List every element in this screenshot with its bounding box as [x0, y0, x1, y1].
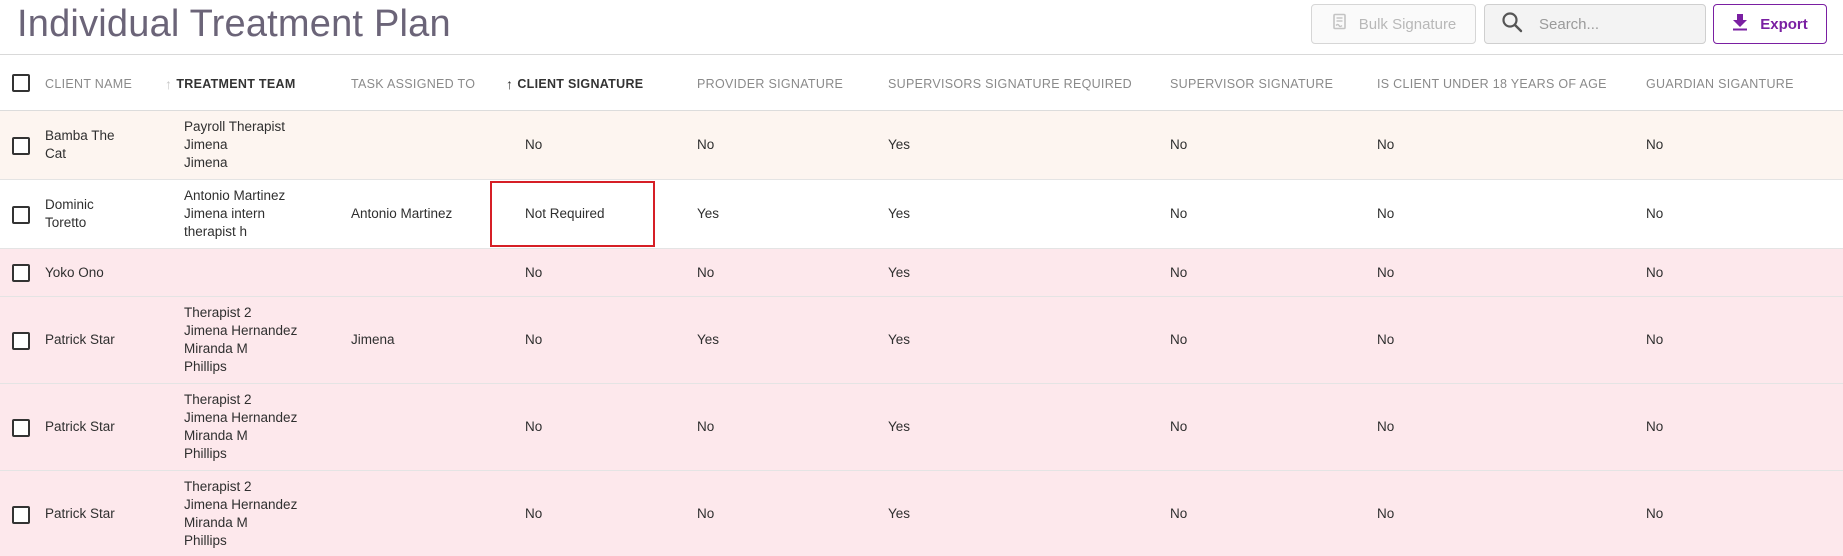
provider-signature-cell: No — [697, 137, 715, 152]
supervisors-signature-required-cell: Yes — [888, 264, 911, 280]
client-name-cell: Bamba The Cat — [45, 128, 115, 161]
treatment-team-cell — [184, 249, 324, 296]
supervisor-signature-cell: No — [1170, 206, 1188, 221]
table-row[interactable]: Yoko Ono No No Yes No No No — [0, 249, 1843, 297]
under-18-cell: No — [1377, 264, 1395, 280]
supervisors-signature-required-cell: Yes — [888, 419, 911, 434]
table-row[interactable]: Patrick Star Therapist 2 Jimena Hernandez M… — [0, 297, 1843, 384]
search-icon — [1501, 11, 1523, 38]
column-header-guardian-signature[interactable]: GUARDIAN SIGANTURE — [1646, 56, 1794, 111]
search-input[interactable] — [1539, 15, 1689, 33]
client-signature-cell: No — [525, 137, 543, 152]
supervisor-signature-cell: No — [1170, 137, 1188, 152]
guardian-signature-cell: No — [1646, 506, 1664, 521]
client-name-cell: Dominic Toretto — [45, 197, 94, 230]
guardian-signature-cell: No — [1646, 332, 1664, 347]
bulk-signature-label: Bulk Signature — [1358, 15, 1457, 33]
guardian-signature-cell: No — [1646, 419, 1664, 434]
client-name-cell: Patrick Star — [45, 506, 115, 521]
download-icon — [1732, 13, 1748, 35]
treatment-team-cell: Therapist 2 Jimena Hernandez Miranda M Phil… — [184, 392, 298, 461]
under-18-cell: No — [1377, 332, 1395, 347]
provider-signature-cell: No — [697, 506, 715, 521]
provider-signature-cell: Yes — [697, 206, 720, 221]
supervisors-signature-required-cell: Yes — [888, 206, 911, 221]
client-signature-cell: No — [525, 506, 543, 521]
row-checkbox[interactable] — [12, 264, 30, 282]
column-header-task-assigned-to[interactable]: TASK ASSIGNED TO — [351, 56, 475, 111]
export-label: Export — [1760, 15, 1808, 33]
task-assigned-cell — [351, 249, 481, 296]
guardian-signature-cell: No — [1646, 206, 1664, 221]
treatment-team-cell: Antonio Martinez Jimena intern therapist h — [184, 188, 286, 239]
signature-document-icon — [1331, 13, 1349, 35]
table-row[interactable]: Patrick Star Therapist 2 Jimena Hernandez M… — [0, 471, 1843, 556]
table-header: CLIENT NAME ↑ TREATMENT TEAM TASK ASSIGNE… — [0, 56, 1843, 111]
column-header-supervisor-signature[interactable]: SUPERVISOR SIGNATURE — [1170, 56, 1333, 111]
task-assigned-cell: Jimena — [351, 332, 395, 347]
treatment-team-cell: Therapist 2 Jimena Hernandez Miranda M Phil… — [184, 305, 298, 374]
column-header-treatment-team[interactable]: ↑ TREATMENT TEAM — [165, 56, 296, 111]
sort-arrow-icon: ↑ — [506, 75, 514, 92]
column-header-client-name[interactable]: CLIENT NAME — [45, 56, 132, 111]
client-name-cell: Patrick Star — [45, 332, 115, 347]
column-header-client-signature[interactable]: ↑ CLIENT SIGNATURE — [506, 56, 643, 111]
client-signature-cell: No — [525, 264, 543, 280]
supervisors-signature-required-cell: Yes — [888, 332, 911, 347]
provider-signature-cell: No — [697, 264, 715, 280]
row-checkbox[interactable] — [12, 136, 30, 155]
row-checkbox[interactable] — [12, 205, 30, 224]
task-assigned-cell: Antonio Martinez — [351, 206, 453, 221]
row-checkbox[interactable] — [12, 505, 30, 524]
column-header-provider-signature[interactable]: PROVIDER SIGNATURE — [697, 56, 843, 111]
sort-arrow-icon: ↑ — [165, 75, 173, 92]
bulk-signature-button[interactable]: Bulk Signature — [1311, 4, 1476, 44]
task-assigned-cell — [351, 111, 481, 179]
table-row[interactable]: Bamba The Cat Payroll Therapist Jimena Jimen… — [0, 111, 1843, 180]
under-18-cell: No — [1377, 419, 1395, 434]
table-body: Bamba The Cat Payroll Therapist Jimena Jimen… — [0, 111, 1843, 556]
task-assigned-cell — [351, 471, 481, 556]
select-all-checkbox[interactable] — [12, 74, 30, 92]
under-18-cell: No — [1377, 506, 1395, 521]
treatment-team-cell: Payroll Therapist Jimena Jimena — [184, 119, 286, 170]
supervisors-signature-required-cell: Yes — [888, 137, 911, 152]
supervisor-signature-cell: No — [1170, 264, 1188, 280]
client-signature-cell: No — [525, 332, 543, 347]
supervisor-signature-cell: No — [1170, 332, 1188, 347]
column-header-supervisors-signature-required[interactable]: SUPERVISORS SIGNATURE REQUIRED — [888, 56, 1132, 111]
column-header-under-18[interactable]: IS CLIENT UNDER 18 YEARS OF AGE — [1377, 56, 1607, 111]
client-signature-cell: No — [525, 419, 543, 434]
page-title: Individual Treatment Plan — [17, 3, 451, 45]
treatment-team-cell: Therapist 2 Jimena Hernandez Miranda M Phil… — [184, 479, 298, 548]
task-assigned-cell — [351, 384, 481, 470]
search-box[interactable] — [1484, 4, 1706, 44]
provider-signature-cell: No — [697, 419, 715, 434]
export-button[interactable]: Export — [1713, 4, 1827, 44]
under-18-cell: No — [1377, 206, 1395, 221]
guardian-signature-cell: No — [1646, 137, 1664, 152]
table-row[interactable]: Patrick Star Therapist 2 Jimena Hernandez M… — [0, 384, 1843, 471]
treatment-plan-table: CLIENT NAME ↑ TREATMENT TEAM TASK ASSIGNE… — [0, 56, 1843, 556]
client-name-cell: Patrick Star — [45, 419, 115, 434]
under-18-cell: No — [1377, 137, 1395, 152]
guardian-signature-cell: No — [1646, 264, 1664, 280]
client-name-cell: Yoko Ono — [45, 264, 104, 280]
row-checkbox[interactable] — [12, 418, 30, 437]
highlight-box — [490, 181, 655, 247]
row-checkbox[interactable] — [12, 331, 30, 350]
table-row[interactable]: Dominic Toretto Antonio Martinez Jimena int… — [0, 180, 1843, 249]
supervisors-signature-required-cell: Yes — [888, 506, 911, 521]
page-header: Individual Treatment Plan Bulk Signature… — [0, 0, 1843, 55]
provider-signature-cell: Yes — [697, 332, 720, 347]
supervisor-signature-cell: No — [1170, 506, 1188, 521]
supervisor-signature-cell: No — [1170, 419, 1188, 434]
